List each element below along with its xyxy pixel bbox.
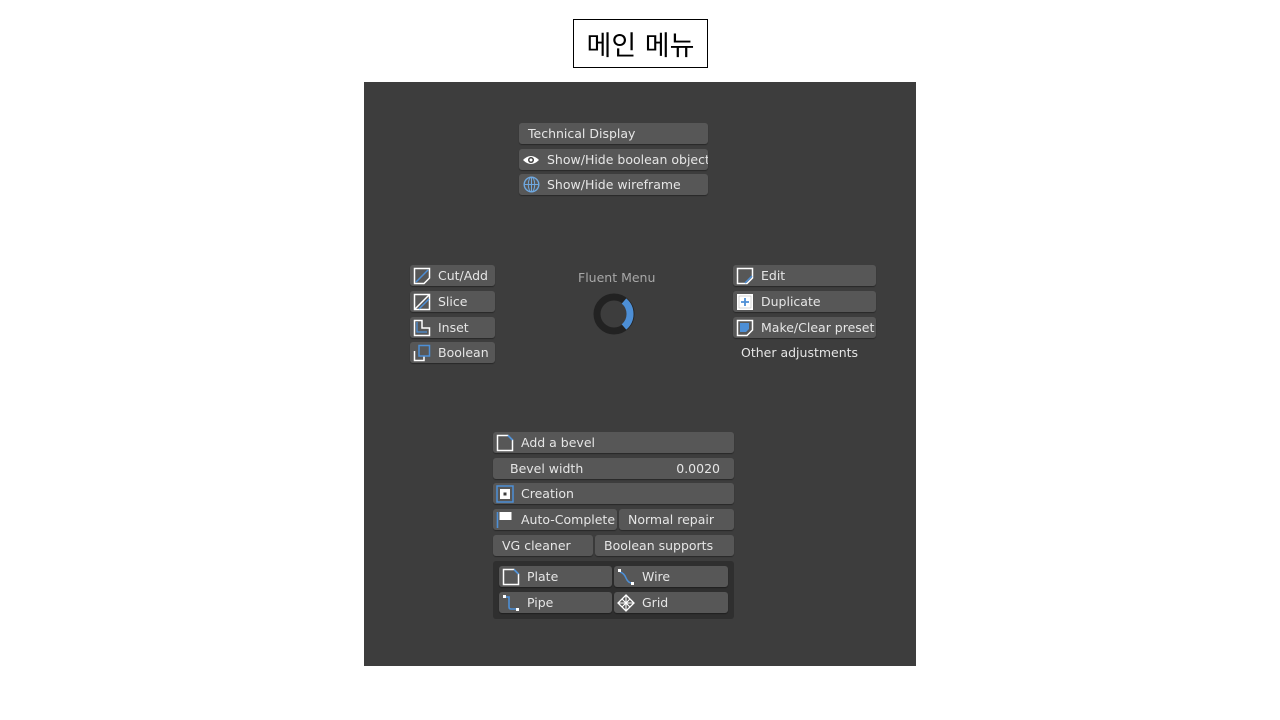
make-clear-preset-button[interactable]: Make/Clear preset (733, 317, 876, 338)
page-title: 메인 메뉴 (573, 19, 708, 68)
pipe-label: Pipe (527, 595, 554, 610)
plate-icon (502, 568, 520, 586)
duplicate-icon (736, 293, 754, 311)
boolean-supports-button[interactable]: Boolean supports (595, 535, 734, 556)
show-hide-wireframe-button[interactable]: Show/Hide wireframe (519, 174, 708, 195)
grid-icon (617, 593, 635, 612)
technical-display-label: Technical Display (528, 126, 636, 141)
bevel-width-label: Bevel width (510, 461, 584, 476)
boolean-label: Boolean (438, 345, 489, 360)
preset-icon (736, 319, 754, 337)
auto-complete-button[interactable]: Auto-Complete (493, 509, 617, 530)
normal-repair-label: Normal repair (628, 512, 714, 527)
cut-add-button[interactable]: Cut/Add (410, 265, 495, 286)
wire-button[interactable]: Wire (614, 566, 728, 587)
inset-icon (413, 319, 431, 337)
slice-label: Slice (438, 294, 468, 309)
wire-label: Wire (642, 569, 671, 584)
creation-label: Creation (521, 486, 574, 501)
grid-button[interactable]: Grid (614, 592, 728, 613)
fluent-pie-menu-panel: Technical Display Show/Hide boolean obje… (364, 82, 916, 666)
globe-icon (522, 176, 540, 194)
vg-cleaner-button[interactable]: VG cleaner (493, 535, 593, 556)
boolean-supports-label: Boolean supports (604, 538, 714, 553)
grid-label: Grid (642, 595, 669, 610)
page-title-text: 메인 메뉴 (586, 31, 695, 62)
boolean-icon (413, 344, 431, 362)
wire-icon (617, 568, 635, 586)
auto-complete-label: Auto-Complete (521, 512, 616, 527)
edit-button[interactable]: Edit (733, 265, 876, 286)
show-hide-boolean-button[interactable]: Show/Hide boolean object (519, 149, 708, 170)
technical-display-button[interactable]: Technical Display (519, 123, 708, 144)
bevel-width-value: 0.0020 (676, 461, 720, 476)
other-adjustments-button[interactable]: Other adjustments (741, 345, 858, 360)
normal-repair-button[interactable]: Normal repair (619, 509, 734, 530)
slice-button[interactable]: Slice (410, 291, 495, 312)
bevel-width-field[interactable]: Bevel width 0.0020 (493, 458, 734, 479)
slice-icon (413, 293, 431, 311)
cut-add-icon (413, 267, 431, 285)
vg-cleaner-label: VG cleaner (502, 538, 571, 553)
creation-icon (496, 484, 514, 503)
bevel-icon (496, 434, 514, 452)
plate-label: Plate (527, 569, 559, 584)
pipe-button[interactable]: Pipe (499, 592, 612, 613)
cut-add-label: Cut/Add (438, 268, 488, 283)
add-bevel-label: Add a bevel (521, 435, 595, 450)
add-bevel-button[interactable]: Add a bevel (493, 432, 734, 453)
edit-label: Edit (761, 268, 786, 283)
boolean-button[interactable]: Boolean (410, 342, 495, 363)
edit-icon (736, 267, 754, 285)
inset-button[interactable]: Inset (410, 317, 495, 338)
auto-complete-icon (496, 511, 514, 529)
show-hide-boolean-label: Show/Hide boolean object (547, 152, 708, 167)
make-clear-preset-label: Make/Clear preset (761, 320, 875, 335)
show-hide-wireframe-label: Show/Hide wireframe (547, 177, 681, 192)
duplicate-button[interactable]: Duplicate (733, 291, 876, 312)
fluent-menu-title: Fluent Menu (578, 270, 656, 285)
pipe-icon (502, 594, 520, 612)
eye-icon (522, 151, 540, 169)
creation-button[interactable]: Creation (493, 483, 734, 504)
duplicate-label: Duplicate (761, 294, 821, 309)
pie-direction-indicator (590, 290, 638, 338)
inset-label: Inset (438, 320, 469, 335)
plate-button[interactable]: Plate (499, 566, 612, 587)
